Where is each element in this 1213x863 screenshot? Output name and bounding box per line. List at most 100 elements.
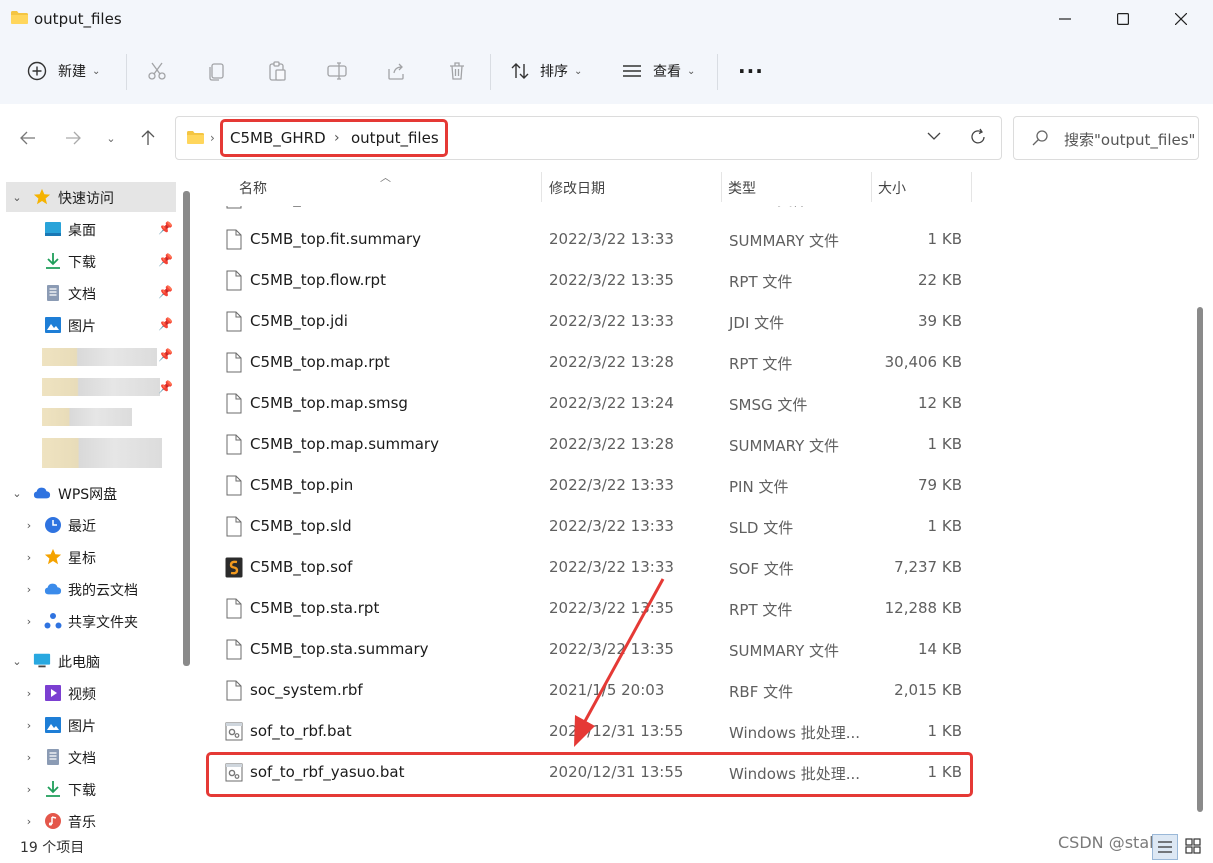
search-box[interactable]: 搜索"output_files" — [1013, 116, 1199, 160]
sidebar-label: 图片 — [68, 319, 96, 335]
file-size: 1 KB — [927, 722, 962, 740]
file-row[interactable]: C5MB_top.sta.summary 2022/3/22 13:35 SUMMA… — [197, 629, 1197, 670]
file-date: 2022/3/22 13:33 — [549, 517, 674, 535]
sidebar-item-recent[interactable]: › 最近 — [0, 510, 178, 540]
paste-icon — [269, 61, 286, 81]
minimize-button[interactable] — [1036, 0, 1094, 38]
copy-button[interactable] — [207, 38, 227, 104]
annotation-arrow — [574, 578, 665, 747]
document-icon — [226, 639, 242, 660]
sidebar-item-pc-pictures[interactable]: › 图片 — [0, 710, 178, 740]
view-label: 查看 — [653, 64, 681, 80]
column-header-row: ︿ 名称 修改日期 类型 大小 — [197, 168, 1197, 206]
sidebar-item-wps-drive[interactable]: ⌄ WPS网盘 — [0, 478, 178, 508]
sidebar-item-my-cloud-docs[interactable]: › 我的云文档 — [0, 574, 178, 604]
sidebar-item-starred[interactable]: › 星标 — [0, 542, 178, 572]
sidebar-item-pc-downloads[interactable]: › 下载 — [0, 774, 178, 804]
title-bar: output_files — [0, 0, 1213, 38]
refresh-button[interactable] — [969, 128, 987, 150]
up-button[interactable] — [136, 126, 160, 150]
back-button[interactable] — [16, 126, 40, 150]
column-divider[interactable] — [871, 172, 872, 202]
chevron-right-icon: › — [26, 518, 32, 532]
column-header-type[interactable]: 类型 — [728, 178, 756, 198]
view-button[interactable]: 查看 ⌄ — [622, 38, 695, 104]
cloud-icon — [33, 487, 51, 499]
maximize-button[interactable] — [1094, 0, 1152, 38]
pin-icon: 📌 — [158, 285, 173, 299]
column-divider[interactable] — [541, 172, 542, 202]
file-row[interactable]: C5MB_top.fit.summary 2022/3/22 13:33 SUMMA… — [197, 219, 1197, 260]
file-type: SLD 文件 — [729, 519, 794, 537]
sidebar-item-this-pc[interactable]: ⌄ 此电脑 — [0, 646, 178, 676]
sidebar-item-shared-folder[interactable]: › 共享文件夹 — [0, 606, 178, 636]
video-icon — [45, 685, 61, 701]
document-icon — [47, 749, 59, 765]
file-list-scrollbar[interactable] — [1197, 307, 1203, 812]
sidebar-label: WPS网盘 — [58, 487, 118, 503]
item-count: 19 个项目 — [20, 840, 85, 856]
file-row[interactable]: soc_system.rbf 2021/1/5 20:03 RBF 文件 2,015 … — [197, 670, 1197, 711]
file-row[interactable]: C5MB_top.flow.rpt 2022/3/22 13:35 RPT 文件 22… — [197, 260, 1197, 301]
large-icons-view-button[interactable] — [1181, 834, 1205, 858]
file-type: RBF 文件 — [729, 683, 794, 701]
file-row[interactable]: sof_to_rbf.bat 2020/12/31 13:55 Windows 批处… — [197, 711, 1197, 752]
sidebar-item-videos[interactable]: › 视频 — [0, 678, 178, 708]
file-type: RPT 文件 — [729, 601, 793, 619]
file-date: 2022/3/22 13:33 — [549, 230, 674, 248]
status-bar: 19 个项目 — [0, 833, 1213, 861]
file-row[interactable]: C5MB_top.sld 2022/3/22 13:33 SLD 文件 1 KB — [197, 506, 1197, 547]
sidebar-item-desktop[interactable]: 桌面 📌 — [0, 214, 178, 244]
details-view-button[interactable] — [1152, 834, 1178, 860]
close-button[interactable] — [1152, 0, 1210, 38]
file-name: soc_system.rbf — [250, 681, 363, 699]
recent-locations-button[interactable]: ⌄ — [99, 126, 123, 150]
file-date: 2022/3/22 13:24 — [549, 394, 674, 412]
file-type: Windows 批处理... — [729, 724, 861, 742]
file-row[interactable]: C5MB_top.sof 2022/3/22 13:33 SOF 文件 7,237 K… — [197, 547, 1197, 588]
file-row[interactable]: C5MB_top.map.rpt 2022/3/22 13:28 RPT 文件 30,… — [197, 342, 1197, 383]
cut-button[interactable] — [147, 38, 167, 104]
sidebar-item-music[interactable]: › 音乐 — [0, 806, 178, 833]
desktop-icon — [45, 222, 61, 236]
plus-circle-icon — [27, 61, 47, 81]
file-name: C5MB_top.map.summary — [250, 435, 439, 453]
redacted-item — [42, 408, 132, 426]
file-row[interactable]: C5MB_top.map.smsg 2022/3/22 13:24 SMSG 文件 1… — [197, 383, 1197, 424]
sidebar-label: 下载 — [68, 255, 96, 271]
column-header-name[interactable]: 名称 — [239, 178, 267, 198]
column-header-size[interactable]: 大小 — [878, 178, 906, 198]
column-divider[interactable] — [971, 172, 972, 202]
sidebar-item-pictures[interactable]: 图片 📌 — [0, 310, 178, 340]
window-title: output_files — [34, 10, 122, 28]
column-divider[interactable] — [721, 172, 722, 202]
rename-button[interactable] — [327, 38, 347, 104]
sort-button[interactable]: 排序 ⌄ — [510, 38, 582, 104]
more-button[interactable]: ··· — [738, 38, 764, 104]
file-row[interactable]: C5MB_top.jdi 2022/3/22 13:33 JDI 文件 39 KB — [197, 301, 1197, 342]
sidebar-label: 快速访问 — [58, 191, 114, 207]
paste-button[interactable] — [267, 38, 287, 104]
sort-icon — [511, 63, 529, 79]
sidebar-scrollbar[interactable] — [183, 191, 190, 666]
refresh-icon — [971, 128, 985, 144]
sidebar-item-downloads[interactable]: 下载 📌 — [0, 246, 178, 276]
column-header-date[interactable]: 修改日期 — [549, 178, 605, 198]
chevron-down-icon: ⌄ — [92, 65, 101, 77]
forward-button[interactable] — [61, 126, 85, 150]
file-row[interactable]: C5MB_top.sta.rpt 2022/3/22 13:35 RPT 文件 12,… — [197, 588, 1197, 629]
file-list: ︿ 名称 修改日期 类型 大小 C5MB_top.fit.rpt2022/3/2… — [197, 168, 1197, 833]
file-size: 1 KB — [927, 230, 962, 248]
download-icon — [46, 253, 60, 269]
sidebar-item-quick-access[interactable]: ⌄ 快速访问 — [6, 182, 176, 212]
new-button[interactable]: 新建 ⌄ — [27, 38, 100, 104]
sidebar-item-pc-documents[interactable]: › 文档 — [0, 742, 178, 772]
file-row[interactable]: C5MB_top.pin 2022/3/22 13:33 PIN 文件 79 KB — [197, 465, 1197, 506]
file-row[interactable]: C5MB_top.map.summary 2022/3/22 13:28 SUMMA… — [197, 424, 1197, 465]
star-icon — [33, 188, 51, 205]
chevron-right-icon: › — [26, 814, 32, 828]
delete-button[interactable] — [447, 38, 467, 104]
sidebar-item-documents[interactable]: 文档 📌 — [0, 278, 178, 308]
share-button[interactable] — [387, 38, 407, 104]
address-dropdown-button[interactable] — [927, 129, 941, 147]
